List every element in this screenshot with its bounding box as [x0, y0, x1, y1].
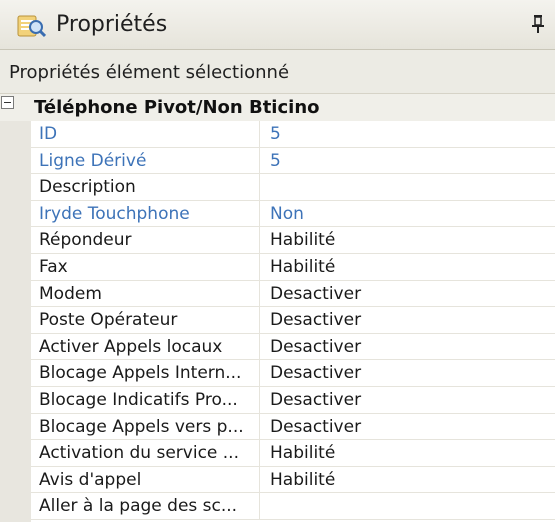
property-value[interactable]: Habilité — [262, 254, 555, 280]
property-name: Répondeur — [31, 227, 260, 253]
property-name: Blocage Appels Intern... — [31, 360, 260, 386]
property-value[interactable]: 5 — [262, 148, 555, 174]
property-row[interactable]: Description — [31, 174, 555, 201]
property-value[interactable]: Habilité — [262, 227, 555, 253]
property-row[interactable]: Avis d'appel Habilité — [31, 466, 555, 494]
category-label: Téléphone Pivot/Non Bticino — [34, 97, 320, 118]
property-name: Poste Opérateur — [31, 307, 260, 333]
property-value[interactable]: Desactiver — [262, 307, 555, 333]
property-name: Activer Appels locaux — [31, 333, 260, 360]
selected-element-label: Propriétés élément sélectionné — [9, 62, 290, 83]
property-value[interactable]: Desactiver — [262, 360, 555, 386]
property-row[interactable]: Poste Opérateur Desactiver — [31, 307, 555, 334]
property-name: Aller à la page des sc... — [31, 493, 260, 519]
property-value[interactable]: Desactiver — [262, 334, 555, 360]
property-row[interactable]: Activer Appels locaux Desactiver — [31, 333, 555, 361]
property-name: Iryde Touchphone — [31, 200, 260, 227]
property-name: Blocage Indicatifs Pro... — [31, 386, 260, 413]
property-row[interactable]: Fax Habilité — [31, 253, 555, 281]
property-grid-gutter — [0, 121, 31, 522]
property-row[interactable]: Blocage Indicatifs Pro... Desactiver — [31, 386, 555, 414]
property-row[interactable]: ID 5 — [31, 121, 555, 148]
property-name: Fax — [31, 253, 260, 280]
property-category[interactable]: Téléphone Pivot/Non Bticino — [0, 94, 555, 121]
property-row[interactable]: Ligne Dérivé 5 — [31, 147, 555, 175]
property-value[interactable]: Desactiver — [262, 387, 555, 413]
property-row[interactable]: Modem Desactiver — [31, 280, 555, 308]
property-name: ID — [31, 121, 260, 147]
selected-element-header: Propriétés élément sélectionné — [0, 50, 555, 94]
collapse-toggle-icon[interactable] — [1, 96, 14, 109]
property-name: Modem — [31, 280, 260, 307]
property-value[interactable] — [262, 174, 555, 200]
property-row[interactable]: Répondeur Habilité — [31, 227, 555, 254]
panel-titlebar: Propriétés — [0, 0, 555, 50]
property-value[interactable]: Habilité — [262, 440, 555, 466]
property-value[interactable]: Non — [262, 201, 555, 227]
property-row[interactable]: Blocage Appels Intern... Desactiver — [31, 360, 555, 387]
properties-panel: Propriétés Propriétés élément sélectionn… — [0, 0, 555, 522]
property-name: Ligne Dérivé — [31, 147, 260, 174]
property-name: Activation du service ... — [31, 440, 260, 466]
property-value[interactable]: Desactiver — [262, 414, 555, 440]
property-name: Description — [31, 174, 260, 200]
property-name: Avis d'appel — [31, 466, 260, 493]
properties-icon — [16, 12, 47, 38]
property-value[interactable] — [262, 493, 555, 519]
property-row[interactable]: Activation du service ... Habilité — [31, 440, 555, 467]
property-name: Blocage Appels vers p... — [31, 413, 260, 440]
property-value[interactable]: 5 — [262, 121, 555, 147]
property-value[interactable]: Desactiver — [262, 281, 555, 307]
pin-icon[interactable] — [531, 14, 545, 34]
property-value[interactable]: Habilité — [262, 467, 555, 493]
property-row[interactable]: Aller à la page des sc... — [31, 493, 555, 520]
panel-title: Propriétés — [56, 12, 168, 37]
property-grid: ID 5 Ligne Dérivé 5 Description Iryde To… — [31, 121, 555, 520]
property-row[interactable]: Iryde Touchphone Non — [31, 200, 555, 228]
property-row[interactable]: Blocage Appels vers p... Desactiver — [31, 413, 555, 441]
